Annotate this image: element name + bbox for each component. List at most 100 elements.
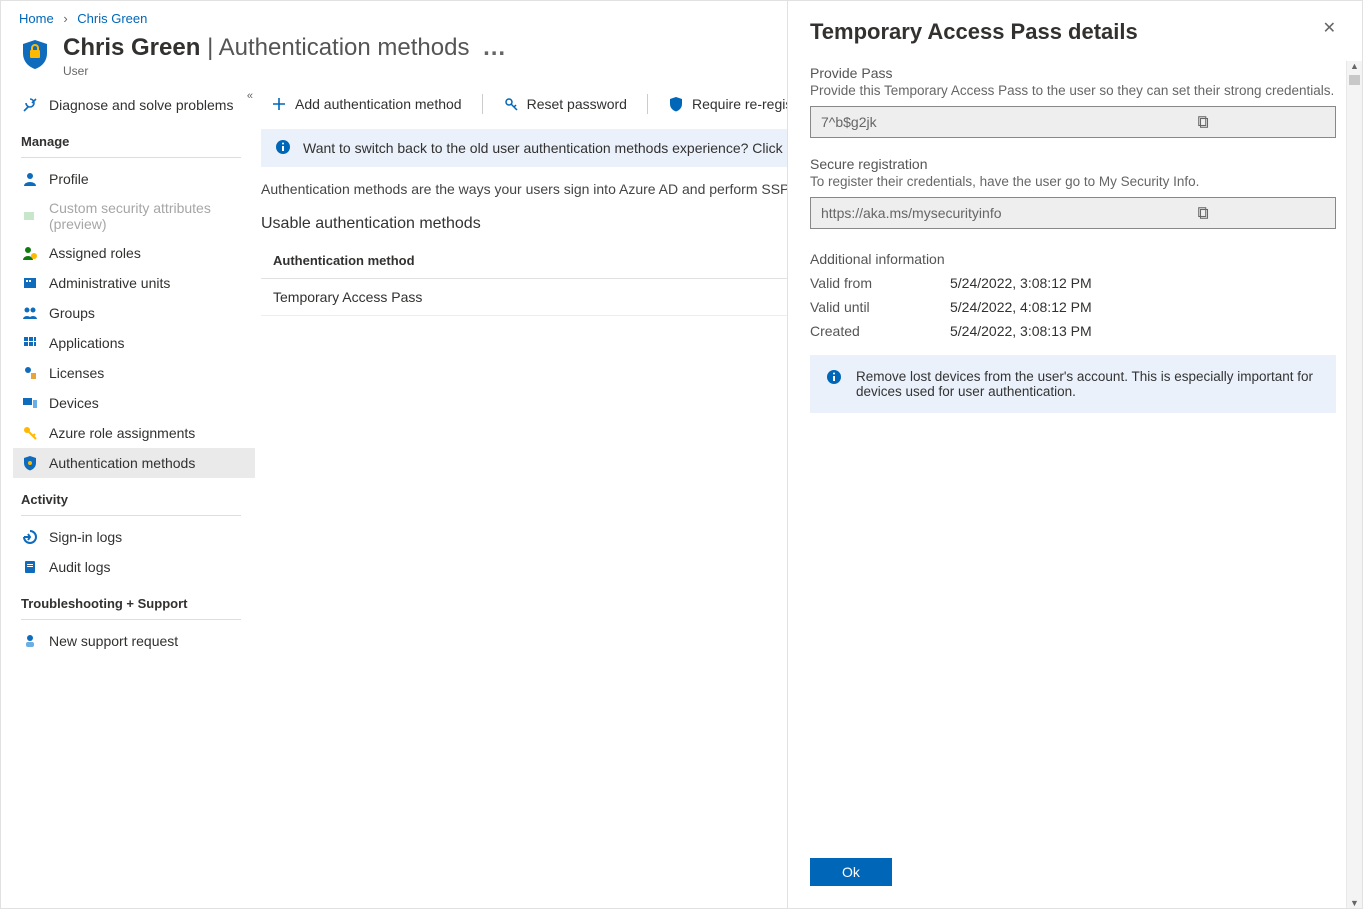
divider [482,94,483,114]
support-icon [21,632,39,650]
plus-icon [271,96,287,112]
org-icon [21,274,39,292]
sidebar-item-admin-units[interactable]: Administrative units [13,268,255,298]
sidebar-item-label: Custom security attributes (preview) [49,200,229,232]
people-icon [21,304,39,322]
sidebar-item-custom-sec: Custom security attributes (preview) [13,194,255,238]
kv-created: Created 5/24/2022, 3:08:13 PM [810,323,1336,339]
sidebar-item-support[interactable]: New support request [13,626,255,656]
kv-valid-until: Valid until 5/24/2022, 4:08:12 PM [810,299,1336,315]
breadcrumb-home[interactable]: Home [19,11,54,26]
sidebar-section-activity: Activity [13,478,261,513]
divider [21,157,241,158]
wrench-icon [21,96,39,114]
page-title-section: Authentication methods [219,34,470,61]
shield-icon [19,38,51,70]
panel-title: Temporary Access Pass details [810,19,1138,45]
page-title-user: Chris Green [63,34,200,61]
more-icon[interactable]: … [482,34,508,61]
devices-icon [21,394,39,412]
divider [21,619,241,620]
tag-icon [21,207,39,225]
pass-value-field: 7^b$g2jk [810,106,1336,138]
signin-icon [21,528,39,546]
sidebar-item-label: Administrative units [49,275,170,291]
ok-button[interactable]: Ok [810,858,892,886]
panel-info-box: Remove lost devices from the user's acco… [810,355,1336,413]
panel-info-text: Remove lost devices from the user's acco… [856,369,1320,399]
scroll-thumb[interactable] [1349,75,1360,85]
provide-pass-desc: Provide this Temporary Access Pass to th… [810,83,1336,98]
scrollbar[interactable]: ▲ ▼ [1346,61,1362,908]
key-icon [503,96,519,112]
details-panel: Temporary Access Pass details ✕ Provide … [787,1,1362,908]
grid-icon [21,334,39,352]
sidebar-item-profile[interactable]: Profile [13,164,255,194]
pass-value: 7^b$g2jk [811,114,1073,130]
kv-value: 5/24/2022, 3:08:13 PM [950,323,1092,339]
sidebar-item-label: Assigned roles [49,245,141,261]
info-icon [826,369,844,387]
sidebar-item-audit-logs[interactable]: Audit logs [13,552,255,582]
collapse-sidebar-icon[interactable]: « [247,90,253,102]
additional-info-label: Additional information [810,251,1336,267]
sidebar-item-devices[interactable]: Devices [13,388,255,418]
sidebar-item-licenses[interactable]: Licenses [13,358,255,388]
sidebar-item-label: Sign-in logs [49,529,122,545]
page-title: Chris Green | Authentication methods … [63,34,508,62]
sidebar-item-role-assignments[interactable]: Azure role assignments [13,418,255,448]
scroll-up-icon[interactable]: ▲ [1347,61,1362,71]
sidebar-item-label: Authentication methods [49,455,195,471]
sidebar-item-label: Profile [49,171,89,187]
sidebar-item-label: Applications [49,335,125,351]
divider [21,515,241,516]
page-subtitle: User [63,64,508,78]
sidebar-item-label: Groups [49,305,95,321]
sidebar-item-label: Audit logs [49,559,110,575]
sidebar-item-label: Devices [49,395,99,411]
person-badge-icon [21,244,39,262]
license-icon [21,364,39,382]
provide-pass-label: Provide Pass [810,65,1336,81]
sidebar-item-signin-logs[interactable]: Sign-in logs [13,522,255,552]
secure-reg-label: Secure registration [810,156,1336,172]
book-icon [21,558,39,576]
kv-value: 5/24/2022, 3:08:12 PM [950,275,1092,291]
sidebar-item-groups[interactable]: Groups [13,298,255,328]
reset-password-button[interactable]: Reset password [493,92,637,116]
sidebar-item-applications[interactable]: Applications [13,328,255,358]
copy-icon[interactable] [1073,107,1335,137]
key-icon [21,424,39,442]
toolbar-label: Add authentication method [295,96,462,112]
kv-valid-from: Valid from 5/24/2022, 3:08:12 PM [810,275,1336,291]
scroll-down-icon[interactable]: ▼ [1347,898,1362,908]
kv-key: Valid until [810,299,950,315]
sidebar-section-manage: Manage [13,120,261,155]
sidebar-item-label: New support request [49,633,178,649]
person-icon [21,170,39,188]
secure-url-field: https://aka.ms/mysecurityinfo [810,197,1336,229]
breadcrumb-user[interactable]: Chris Green [77,11,147,26]
kv-key: Valid from [810,275,950,291]
toolbar-label: Reset password [527,96,627,112]
shield-icon [668,96,684,112]
add-auth-method-button[interactable]: Add authentication method [261,92,472,116]
sidebar-item-diagnose[interactable]: Diagnose and solve problems [13,90,255,120]
copy-icon[interactable] [1073,198,1335,228]
breadcrumb-separator: › [63,11,67,26]
kv-value: 5/24/2022, 4:08:12 PM [950,299,1092,315]
sidebar-section-troubleshooting: Troubleshooting + Support [13,582,261,617]
sidebar-item-label: Diagnose and solve problems [49,97,233,113]
sidebar-item-auth-methods[interactable]: Authentication methods [13,448,255,478]
info-icon [275,139,293,157]
secure-reg-desc: To register their credentials, have the … [810,174,1336,189]
info-banner-text: Want to switch back to the old user auth… [303,140,830,156]
kv-key: Created [810,323,950,339]
sidebar-item-assigned-roles[interactable]: Assigned roles [13,238,255,268]
shield-small-icon [21,454,39,472]
sidebar: « Diagnose and solve problems Manage Pro… [1,84,261,909]
divider [647,94,648,114]
secure-url-value: https://aka.ms/mysecurityinfo [811,205,1073,221]
close-icon[interactable]: ✕ [1319,19,1340,39]
sidebar-item-label: Azure role assignments [49,425,195,441]
